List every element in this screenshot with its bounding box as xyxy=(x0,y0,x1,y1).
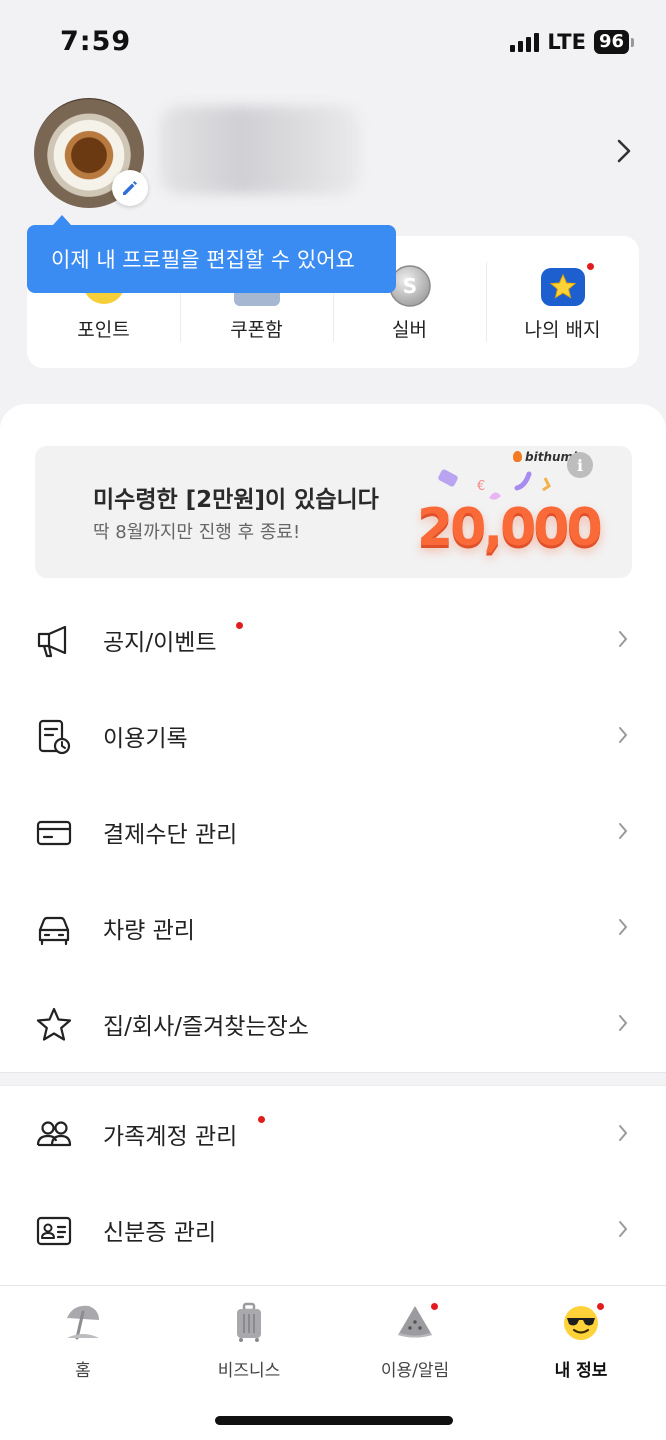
menu-item-family-accounts[interactable]: 가족계정 관리 xyxy=(0,1086,666,1182)
chevron-right-icon xyxy=(619,1015,628,1031)
chevron-right-icon xyxy=(619,631,628,647)
credit-card-icon xyxy=(36,820,72,846)
tab-usage-notifications[interactable]: 이용/알림 xyxy=(332,1302,498,1381)
profile-name-blurred xyxy=(160,106,360,194)
menu-item-label: 가족계정 관리 xyxy=(103,1124,238,1150)
quick-item-label: 포인트 xyxy=(77,319,130,341)
new-badge-dot xyxy=(597,1303,604,1310)
id-card-icon xyxy=(36,1216,72,1246)
menu-item-label: 집/회사/즐겨찾는장소 xyxy=(103,1014,309,1040)
profile-header[interactable] xyxy=(0,98,666,213)
section-divider xyxy=(0,1072,666,1086)
star-outline-icon xyxy=(36,1007,72,1041)
new-badge-dot xyxy=(236,622,243,629)
battery-icon: 96 xyxy=(593,30,634,54)
home-indicator[interactable] xyxy=(215,1416,453,1425)
cellular-signal-icon xyxy=(510,32,540,52)
menu-item-payment-methods[interactable]: 결제수단 관리 xyxy=(0,784,666,880)
tab-my-info[interactable]: 내 정보 xyxy=(498,1302,664,1381)
chevron-right-icon xyxy=(619,919,628,935)
network-type: LTE xyxy=(547,30,586,54)
tab-home[interactable]: 홈 xyxy=(0,1302,166,1381)
menu-item-vehicle[interactable]: 차량 관리 xyxy=(0,880,666,976)
svg-text:S: S xyxy=(402,274,416,298)
menu-item-id-card[interactable]: 신분증 관리 xyxy=(0,1182,666,1278)
chevron-right-icon xyxy=(619,727,628,743)
banner-amount: 20,000 xyxy=(417,498,603,558)
banner-title: 미수령한 [2만원]이 있습니다 xyxy=(93,487,379,513)
suitcase-icon xyxy=(237,1302,261,1342)
sunglasses-emoji-icon xyxy=(564,1306,598,1340)
pencil-icon xyxy=(123,181,137,195)
tab-label: 비즈니스 xyxy=(217,1361,281,1381)
tab-label: 내 정보 xyxy=(554,1361,608,1381)
chevron-right-icon xyxy=(619,1221,628,1237)
quick-item-badges[interactable]: 나의 배지 xyxy=(486,236,639,368)
menu-item-label: 차량 관리 xyxy=(103,918,195,944)
star-badge-icon xyxy=(540,268,585,306)
new-badge-dot xyxy=(431,1303,438,1310)
menu-item-favorite-places[interactable]: 집/회사/즐겨찾는장소 xyxy=(0,976,666,1072)
menu-item-label: 결제수단 관리 xyxy=(103,822,238,848)
quick-item-label: 쿠폰함 xyxy=(230,319,283,341)
quick-item-label: 나의 배지 xyxy=(524,319,601,341)
status-time: 7:59 xyxy=(60,26,132,57)
status-indicators: LTE 96 xyxy=(510,30,634,54)
new-badge-dot xyxy=(258,1116,265,1123)
megaphone-icon xyxy=(37,625,67,658)
new-badge-dot xyxy=(587,263,594,270)
banner-subtitle: 딱 8월까지만 진행 후 종료! xyxy=(93,522,301,543)
tab-label: 홈 xyxy=(75,1361,91,1381)
chevron-right-icon xyxy=(619,823,628,839)
car-icon xyxy=(38,916,70,946)
watermelon-icon xyxy=(398,1306,432,1338)
menu-item-label: 이용기록 xyxy=(103,726,188,752)
profile-edit-tooltip[interactable]: 이제 내 프로필을 편집할 수 있어요 xyxy=(27,215,396,293)
status-bar: 7:59 LTE 96 xyxy=(0,0,666,86)
chevron-right-icon xyxy=(619,1125,628,1141)
menu-item-label: 공지/이벤트 xyxy=(103,630,217,656)
usage-history-icon xyxy=(38,719,71,755)
menu-list: 공지/이벤트 이용기록 결제수단 관리 차량 관리 집/회사/즐겨찾는장소 가족… xyxy=(0,592,666,1278)
svg-text:€: € xyxy=(477,479,485,494)
quick-item-label: 실버 xyxy=(392,319,427,341)
promo-banner[interactable]: 미수령한 [2만원]이 있습니다 딱 8월까지만 진행 후 종료! bithum… xyxy=(35,446,632,578)
family-icon xyxy=(36,1121,72,1147)
menu-item-notice-event[interactable]: 공지/이벤트 xyxy=(0,592,666,688)
tab-label: 이용/알림 xyxy=(380,1361,450,1381)
tooltip-text: 이제 내 프로필을 편집할 수 있어요 xyxy=(51,248,355,272)
beach-umbrella-icon xyxy=(67,1305,99,1340)
battery-level: 96 xyxy=(593,30,629,54)
menu-item-usage-history[interactable]: 이용기록 xyxy=(0,688,666,784)
tab-business[interactable]: 비즈니스 xyxy=(166,1302,332,1381)
menu-item-label: 신분증 관리 xyxy=(103,1220,217,1246)
chevron-right-icon[interactable] xyxy=(616,138,632,164)
edit-profile-button[interactable] xyxy=(112,170,148,206)
